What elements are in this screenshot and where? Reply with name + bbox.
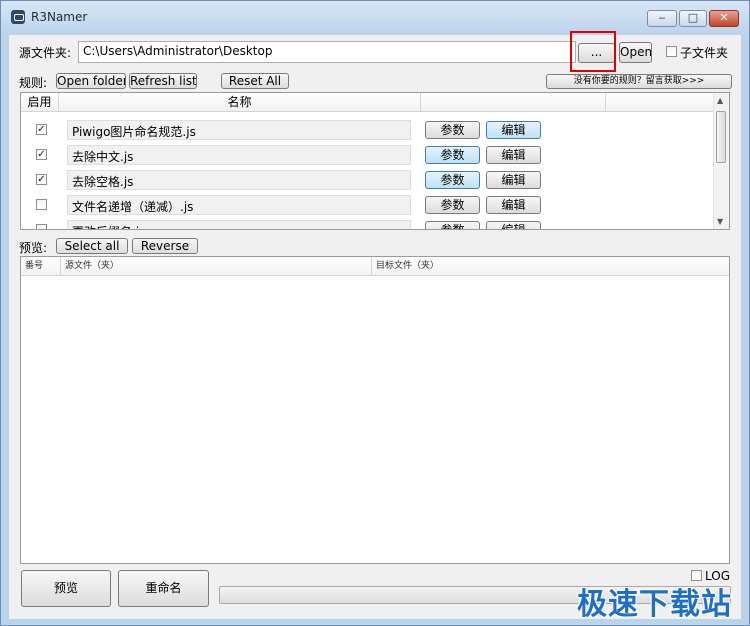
column-name[interactable]: 名称	[59, 93, 421, 112]
get-more-rules-button[interactable]: 没有你要的规则？留言获取>>>	[546, 74, 732, 89]
app-window: R3Namer ‒ □ ✕ 源文件夹: C:\Users\Administrat…	[0, 0, 750, 626]
client-area: 源文件夹: C:\Users\Administrator\Desktop ...…	[9, 31, 741, 619]
rule-enabled-checkbox[interactable]	[36, 224, 47, 229]
reverse-button[interactable]: Reverse	[132, 238, 198, 254]
reset-all-button[interactable]: Reset All	[221, 73, 289, 89]
watermark-text: 极速下载站	[577, 587, 732, 622]
preview-label: 预览:	[19, 241, 48, 255]
rule-edit-button[interactable]: 编辑	[486, 171, 541, 189]
rule-enabled-checkbox[interactable]	[36, 199, 47, 210]
rule-name: Piwigo图片命名规范.js	[67, 120, 411, 140]
rule-name: 更改后缀名.js	[67, 220, 411, 229]
rule-name: 文件名递增（递减）.js	[67, 195, 411, 215]
rule-edit-button[interactable]: 编辑	[486, 121, 541, 139]
open-button[interactable]: Open	[619, 42, 652, 63]
column-index[interactable]: 番号	[21, 257, 61, 276]
rule-params-button[interactable]: 参数	[425, 171, 480, 189]
rules-list[interactable]: 启用 名称 ✓ Piwigo图片命名规范.js 参数 编辑 ✓ 去除中文.js 参数 编辑 ✓ 去…	[20, 92, 730, 230]
rules-label: 规则:	[19, 76, 48, 90]
rule-name: 去除空格.js	[67, 170, 411, 190]
source-path-input[interactable]: C:\Users\Administrator\Desktop	[78, 41, 576, 63]
rule-enabled-checkbox[interactable]: ✓	[36, 149, 47, 160]
rename-button[interactable]: 重命名	[118, 570, 209, 607]
window-title: R3Namer	[31, 10, 88, 24]
title-bar[interactable]: R3Namer ‒ □ ✕	[1, 1, 749, 35]
scroll-thumb[interactable]	[716, 111, 726, 163]
rule-edit-button[interactable]: 编辑	[486, 196, 541, 214]
column-target[interactable]: 目标文件（夹）	[372, 257, 729, 276]
maximize-button[interactable]: □	[679, 10, 707, 27]
highlight-box	[570, 31, 616, 72]
scroll-up-icon[interactable]: ▲	[717, 96, 723, 105]
rules-scrollbar[interactable]: ▲ ▼	[713, 93, 729, 229]
rule-params-button[interactable]: 参数	[425, 196, 480, 214]
subfolder-checkbox[interactable]	[666, 46, 677, 57]
select-all-button[interactable]: Select all	[56, 238, 128, 254]
rule-params-button[interactable]: 参数	[425, 121, 480, 139]
scroll-down-icon[interactable]: ▼	[717, 217, 723, 226]
rule-params-button[interactable]: 参数	[425, 221, 480, 229]
rule-params-button[interactable]: 参数	[425, 146, 480, 164]
app-icon	[11, 10, 25, 24]
close-button[interactable]: ✕	[709, 10, 739, 27]
rule-edit-button[interactable]: 编辑	[486, 146, 541, 164]
subfolder-label: 子文件夹	[680, 46, 729, 60]
rule-name: 去除中文.js	[67, 145, 411, 165]
refresh-list-button[interactable]: Refresh list	[129, 73, 197, 89]
rule-enabled-checkbox[interactable]: ✓	[36, 174, 47, 185]
minimize-button[interactable]: ‒	[647, 10, 677, 27]
column-extra	[606, 93, 716, 112]
column-enabled[interactable]: 启用	[21, 93, 59, 112]
source-folder-label: 源文件夹:	[19, 46, 72, 60]
open-folder-button[interactable]: Open folder	[56, 73, 126, 89]
preview-list[interactable]: 番号 源文件（夹） 目标文件（夹）	[20, 256, 730, 564]
preview-button[interactable]: 预览	[21, 570, 111, 607]
rule-edit-button[interactable]: 编辑	[486, 221, 541, 229]
column-actions	[421, 93, 606, 112]
column-source[interactable]: 源文件（夹）	[61, 257, 372, 276]
rule-enabled-checkbox[interactable]: ✓	[36, 124, 47, 135]
